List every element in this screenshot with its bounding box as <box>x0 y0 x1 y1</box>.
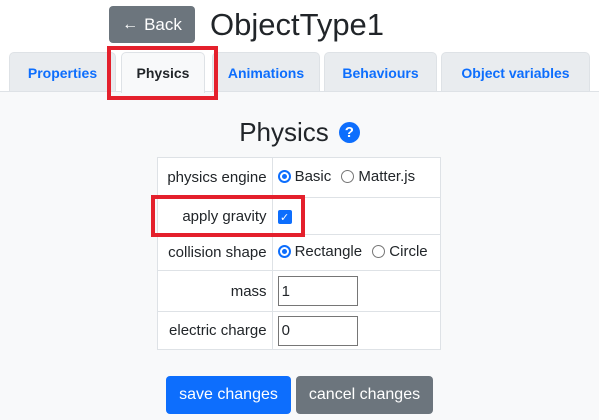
table-row: electric charge 0 <box>157 311 442 350</box>
tab-properties[interactable]: Properties <box>9 52 116 92</box>
help-icon[interactable]: ? <box>338 121 360 143</box>
radio-selected-icon <box>277 170 291 183</box>
section-heading: Physics ? <box>0 114 599 150</box>
radio-selected-icon <box>277 245 291 258</box>
save-changes-button[interactable]: save changes <box>166 376 291 414</box>
collision-shape-circle-radio[interactable]: Circle <box>372 243 428 260</box>
tab-bar: Properties Physics Animations Behaviours… <box>0 52 599 93</box>
mass-label: mass <box>157 270 273 312</box>
page-title: ObjectType1 <box>210 7 385 42</box>
tab-object-variables[interactable]: Object variables <box>441 52 590 92</box>
table-row: collision shape Rectangle Circle <box>157 234 442 271</box>
electric-charge-input[interactable]: 0 <box>277 315 358 346</box>
tab-behaviours[interactable]: Behaviours <box>324 52 437 92</box>
physics-engine-label: physics engine <box>157 157 273 198</box>
mass-cell: 1 <box>271 270 442 312</box>
physics-engine-matterjs-radio[interactable]: Matter.js <box>341 168 415 185</box>
header: ← Back ObjectType1 <box>0 0 599 52</box>
back-label: Back <box>144 14 182 34</box>
electric-charge-cell: 0 <box>271 311 442 350</box>
apply-gravity-label: apply gravity <box>157 197 273 235</box>
apply-gravity-checkbox[interactable]: ✓ <box>277 210 292 225</box>
radio-unselected-icon <box>341 170 355 183</box>
apply-gravity-cell: ✓ <box>271 197 442 235</box>
tab-animations[interactable]: Animations <box>212 52 320 92</box>
collision-shape-label: collision shape <box>157 234 273 271</box>
table-row: physics engine Basic Matter.js <box>157 157 442 198</box>
cancel-changes-button[interactable]: cancel changes <box>296 376 433 414</box>
collision-shape-rectangle-radio[interactable]: Rectangle <box>277 243 362 260</box>
back-button[interactable]: ← Back <box>109 6 195 43</box>
physics-properties-table: physics engine Basic Matter.js apply gra… <box>157 157 442 350</box>
electric-charge-label: electric charge <box>157 311 273 350</box>
mass-input[interactable]: 1 <box>277 276 358 306</box>
radio-unselected-icon <box>372 245 386 258</box>
section-title: Physics <box>239 116 329 147</box>
tab-physics[interactable]: Physics <box>121 52 205 93</box>
collision-shape-options: Rectangle Circle <box>271 234 442 271</box>
physics-engine-options: Basic Matter.js <box>271 157 442 198</box>
table-row: mass 1 <box>157 270 442 312</box>
arrow-left-icon: ← <box>122 15 139 33</box>
table-row: apply gravity ✓ <box>157 197 442 235</box>
physics-engine-basic-radio[interactable]: Basic <box>277 168 331 185</box>
